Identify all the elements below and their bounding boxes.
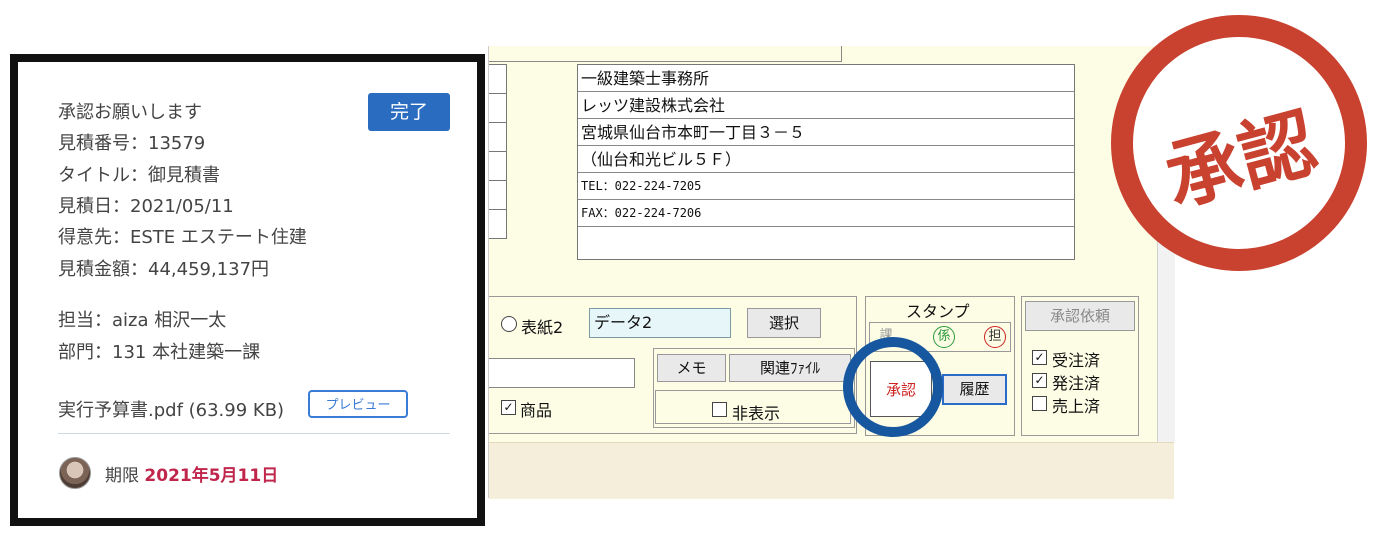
approval-seal: 承認 [1111, 15, 1367, 271]
address-line: 宮城県仙台市本町一丁目３－５ [578, 119, 1074, 146]
address-line: （仙台和光ビル５Ｆ） [578, 146, 1074, 173]
status-checkbox-sold[interactable] [1032, 396, 1047, 411]
cover-radio[interactable] [501, 316, 517, 332]
tab-edge-vertical [841, 46, 842, 62]
stamp-charge[interactable]: 担 [984, 326, 1006, 348]
status-area [489, 442, 1174, 499]
quote-number: 見積番号：13579 [58, 133, 206, 154]
request-title: 承認お願いします [58, 102, 202, 123]
memo-button[interactable]: メモ [657, 354, 726, 382]
approval-card: 承認お願いします 完了 見積番号：13579 タイトル：御見積書 見積日：202… [10, 54, 485, 526]
status-label: 受注済 [1052, 351, 1101, 370]
product-label: 商品 [520, 401, 553, 420]
product-checkbox[interactable]: ✓ [501, 400, 516, 415]
address-line: レッツ建設株式会社 [578, 92, 1074, 119]
person-in-charge: 担当：aiza 相沢一太 [58, 310, 227, 331]
left-field[interactable] [489, 209, 507, 239]
quote-date: 見積日：2021/05/11 [58, 196, 234, 217]
status-label: 売上済 [1052, 397, 1101, 416]
data-input[interactable]: データ2 [589, 308, 731, 338]
left-field[interactable] [489, 151, 507, 181]
select-button[interactable]: 選択 [747, 308, 821, 338]
address-line: 一級建築士事務所 [578, 65, 1074, 92]
customer: 得意先：ESTE エステート住建 [58, 227, 307, 248]
divider [58, 433, 450, 434]
department: 部門：131 本社建築一課 [58, 342, 261, 363]
address-line: TEL：022-224-7205 [578, 173, 1074, 200]
seal-text: 承認 [1155, 97, 1326, 223]
estimate-window: 一級建築士事務所 レッツ建設株式会社 宮城県仙台市本町一丁目３－５ （仙台和光ビ… [488, 46, 1175, 499]
done-button[interactable]: 完了 [368, 93, 450, 131]
history-button[interactable]: 履歴 [942, 374, 1007, 405]
tab-edge [489, 61, 842, 62]
company-address-box[interactable]: 一級建築士事務所 レッツ建設株式会社 宮城県仙台市本町一丁目３－５ （仙台和光ビ… [577, 64, 1075, 260]
status-checkbox-received[interactable]: ✓ [1032, 350, 1047, 365]
related-file-button[interactable]: 関連ﾌｧｲﾙ [729, 354, 851, 382]
stamp-label: スタンプ [906, 302, 970, 321]
left-field[interactable] [489, 93, 507, 123]
left-field[interactable] [489, 122, 507, 152]
approval-request-button[interactable]: 承認依頼 [1025, 301, 1135, 331]
avatar [59, 457, 91, 489]
status-checkbox-ordered[interactable]: ✓ [1032, 373, 1047, 388]
deadline-label: 期限 [105, 466, 139, 486]
highlight-circle [843, 337, 943, 437]
quote-amount: 見積金額：44,459,137円 [58, 259, 270, 280]
text-field[interactable] [489, 358, 635, 388]
attachment-link[interactable]: 実行予算書.pdf (63.99 KB) [58, 396, 284, 422]
address-line [578, 227, 1074, 254]
status-label: 発注済 [1052, 374, 1101, 393]
cover-label: 表紙2 [521, 318, 564, 337]
stamp-staff[interactable]: 係 [933, 326, 955, 348]
left-field[interactable] [489, 180, 507, 210]
deadline-value: 2021年5月11日 [144, 466, 279, 486]
hide-checkbox[interactable] [712, 402, 727, 417]
quote-title: タイトル：御見積書 [58, 165, 220, 186]
left-field[interactable] [489, 64, 507, 94]
preview-button[interactable]: プレビュー [308, 390, 408, 418]
deadline: 期限 2021年5月11日 [105, 461, 278, 486]
address-line: FAX：022-224-7206 [578, 200, 1074, 227]
hide-label: 非表示 [732, 404, 781, 423]
